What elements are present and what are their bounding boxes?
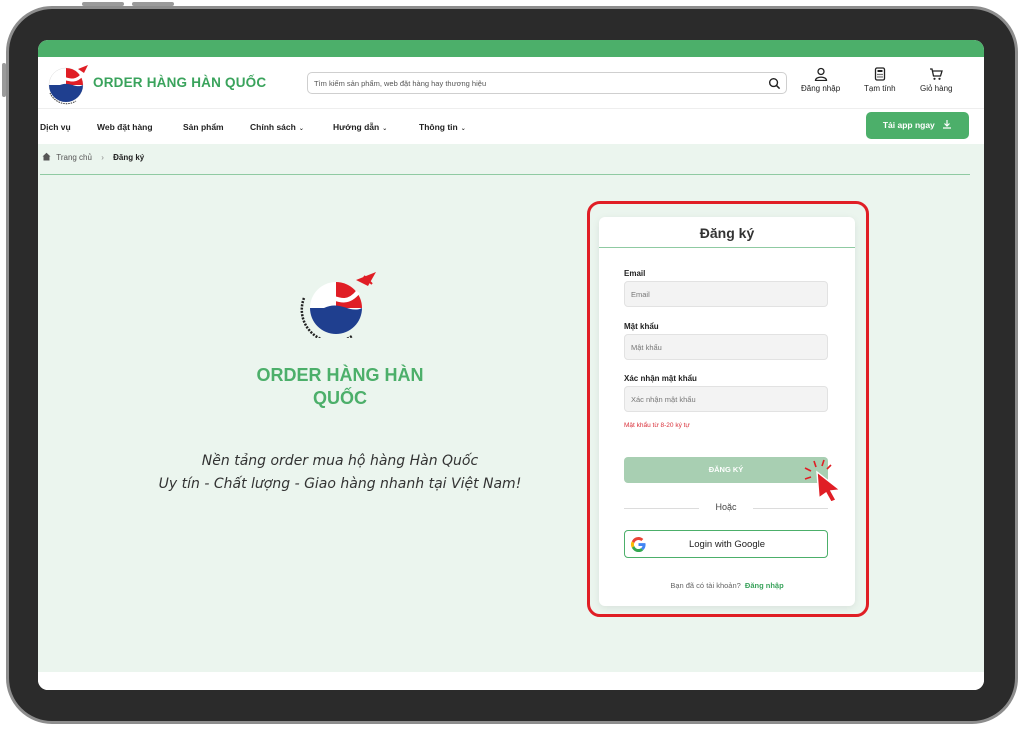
already-account-text: Bạn đã có tài khoản? Đăng nhập [599, 581, 855, 590]
password-label: Mật khẩu [624, 322, 659, 331]
confirm-password-label: Xác nhận mật khẩu [624, 374, 697, 383]
chevron-right-icon: › [101, 153, 104, 162]
already-account-label: Bạn đã có tài khoản? [670, 581, 741, 590]
nav-item-services[interactable]: Dịch vụ [40, 122, 71, 132]
login-header-label: Đăng nhập [801, 84, 841, 93]
cart-header-button[interactable]: Giỏ hàng [920, 67, 952, 93]
breadcrumb-current: Đăng ký [113, 153, 145, 162]
chevron-down-icon: ⌄ [460, 126, 466, 132]
breadcrumb: Trang chủ › Đăng ký [42, 152, 144, 162]
register-title-divider [599, 247, 855, 248]
download-app-label: Tải app ngay [882, 120, 935, 130]
nav-item-policies[interactable]: Chính sách ⌄ [250, 122, 304, 132]
nav-item-order-websites[interactable]: Web đặt hàng [97, 122, 153, 132]
brand-logo[interactable] [46, 63, 90, 105]
nav-item-guides[interactable]: Hướng dẫn ⌄ [333, 122, 387, 132]
tablet-button-top-2 [132, 2, 174, 6]
nav-item-info[interactable]: Thông tin ⌄ [419, 122, 466, 132]
login-link[interactable]: Đăng nhập [745, 581, 784, 590]
hero-subtitle-line2: Uy tín - Chất lượng - Giao hàng nhanh tạ… [158, 476, 522, 492]
confirm-password-field[interactable] [624, 386, 828, 412]
calculator-icon [874, 67, 885, 81]
search-icon[interactable] [768, 77, 781, 90]
nav-item-label: Thông tin [419, 122, 458, 132]
breadcrumb-home[interactable]: Trang chủ [56, 153, 92, 162]
register-card: Đăng ký Email Mật khẩu Xác nhận mật khẩu… [599, 217, 855, 606]
cart-icon [930, 68, 944, 80]
user-icon [814, 67, 827, 81]
download-app-button[interactable]: Tải app ngay [866, 112, 969, 139]
download-icon [943, 120, 952, 129]
nav-item-label: Hướng dẫn [333, 122, 380, 132]
nav-item-label: Sản phẩm [183, 122, 224, 132]
register-button[interactable]: ĐĂNG KÝ [624, 457, 828, 483]
password-field[interactable] [624, 334, 828, 360]
hero-title: ORDER HÀNG HÀN QUỐC [256, 365, 424, 408]
estimate-header-label: Tạm tính [864, 84, 896, 93]
footer-strip [38, 672, 984, 690]
nav-item-label: Web đặt hàng [97, 122, 153, 132]
tablet-button-top-1 [82, 2, 124, 6]
estimate-header-button[interactable]: Tạm tính [864, 67, 896, 93]
chevron-down-icon: ⌄ [298, 126, 304, 132]
google-login-label: Login with Google [688, 539, 766, 550]
google-login-button[interactable]: Login with Google [624, 530, 828, 558]
cursor-click-icon [804, 459, 842, 503]
or-label: Hoặc [715, 502, 737, 512]
nav-item-products[interactable]: Sản phẩm [183, 122, 224, 132]
register-title: Đăng ký [699, 225, 755, 241]
hero-subtitle: Nền tảng order mua hộ hàng Hàn Quốc Uy t… [138, 450, 542, 496]
search-input[interactable] [314, 76, 754, 91]
email-label: Email [624, 269, 646, 278]
site-header: ORDER HÀNG HÀN QUỐC Đăng nhập Tạm tính G… [38, 57, 984, 109]
chevron-down-icon: ⌄ [382, 126, 388, 132]
main-content: Trang chủ › Đăng ký ORDER HÀNG HÀN QUỐC … [38, 144, 984, 672]
nav-item-label: Chính sách [250, 122, 296, 132]
email-field[interactable] [624, 281, 828, 307]
cart-header-label: Giỏ hàng [920, 84, 953, 93]
or-divider: Hoặc [624, 502, 828, 514]
screen: ORDER HÀNG HÀN QUỐC Đăng nhập Tạm tính G… [38, 40, 984, 690]
hero-logo [300, 272, 376, 338]
or-line-right [753, 508, 828, 509]
hero-subtitle-line1: Nền tảng order mua hộ hàng Hàn Quốc [201, 453, 479, 469]
main-nav: Dịch vụ Web đặt hàng Sản phẩm Chính sách… [38, 110, 984, 144]
home-icon[interactable] [42, 152, 51, 161]
brand-name[interactable]: ORDER HÀNG HÀN QUỐC [93, 75, 266, 90]
tablet-button-side [2, 63, 6, 97]
nav-item-label: Dịch vụ [40, 122, 71, 132]
password-hint: Mật khẩu từ 8-20 ký tự [624, 422, 690, 429]
breadcrumb-divider [40, 174, 970, 175]
login-header-button[interactable]: Đăng nhập [801, 67, 840, 93]
top-green-bar [38, 40, 984, 57]
search-bar[interactable] [307, 72, 787, 94]
